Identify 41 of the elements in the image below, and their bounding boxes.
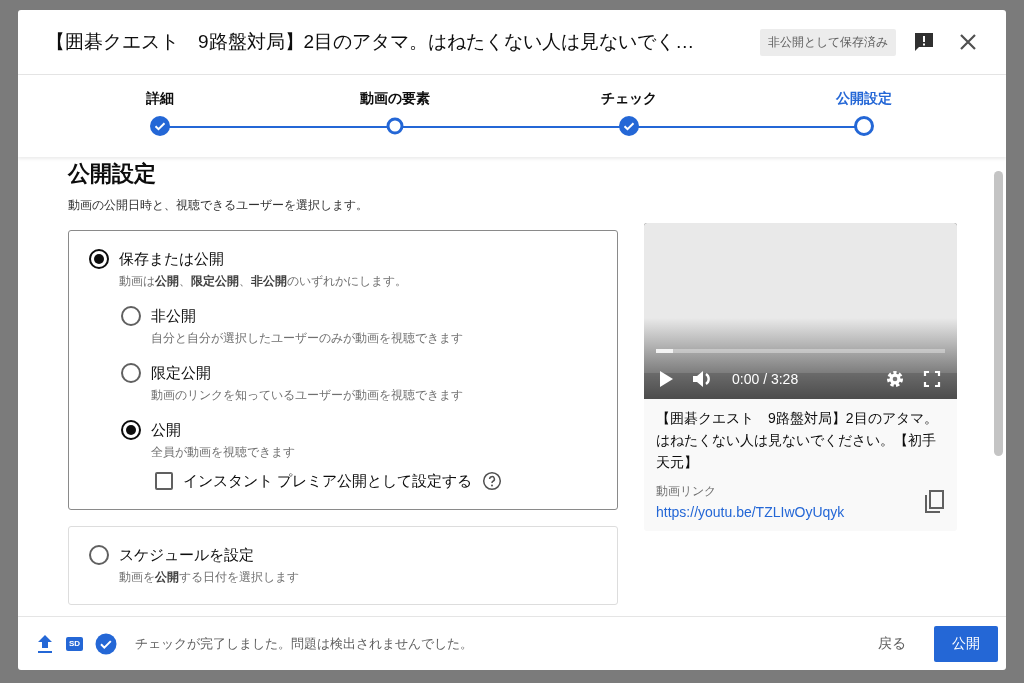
scrollbar[interactable] <box>994 171 1003 456</box>
video-title: 【囲碁クエスト 9路盤対局】2目のアタマ。はねたくない人は見ないでください。【初手天元】 <box>655 409 939 472</box>
status-badge: 非公開として保存済み <box>760 28 896 56</box>
radio-button[interactable] <box>121 306 141 326</box>
radio-button[interactable] <box>89 545 109 565</box>
step-tab[interactable]: チェック <box>601 90 658 108</box>
option-label: スケジュールを設定 <box>119 545 255 565</box>
quality-badge[interactable]: SD <box>66 636 84 651</box>
step-tab[interactable]: 動画の要素 <box>359 90 430 108</box>
checkbox-label: インスタント プレミア公開として設定する <box>183 471 473 491</box>
option-label: 公開 <box>151 420 182 440</box>
play-icon[interactable] <box>658 370 674 388</box>
option-description: 動画のリンクを知っているユーザーが動画を視聴できます <box>151 387 463 404</box>
option-description: 全員が動画を視聴できます <box>151 444 295 461</box>
radio-button[interactable] <box>89 249 109 269</box>
dialog-title: 【囲碁クエスト 9路盤対局】2目のアタマ。はねたくない人は見ないでく… <box>46 30 696 54</box>
radio-button[interactable] <box>121 363 141 383</box>
radio-button[interactable] <box>121 420 141 440</box>
publish-button[interactable]: 公開 <box>934 625 998 662</box>
back-button[interactable]: 戻る <box>862 624 922 663</box>
option-label: 非公開 <box>151 306 197 326</box>
step-tab[interactable]: 詳細 <box>146 90 175 108</box>
section-description: 動画の公開日時と、視聴できるユーザーを選択します。 <box>68 197 369 214</box>
link-label: 動画リンク <box>656 483 717 500</box>
option-description: 動画を公開する日付を選択します <box>119 569 299 586</box>
checkbox[interactable] <box>155 472 173 490</box>
copy-icon[interactable] <box>923 490 945 514</box>
option-description: 動画は公開、限定公開、非公開のいずれかにします。 <box>119 273 407 290</box>
video-link[interactable]: https://youtu.be/TZLIwOyUqyk <box>656 504 845 520</box>
option-label: 保存または公開 <box>119 249 225 269</box>
option-description: 自分と自分が選択したユーザーのみが動画を視聴できます <box>151 330 463 347</box>
status-message: チェックが完了しました。問題は検出されませんでした。 <box>135 634 475 653</box>
check-icon[interactable] <box>95 632 118 655</box>
help-icon[interactable] <box>482 471 503 491</box>
section-heading: 公開設定 <box>68 160 157 188</box>
video-time: 0:00 / 3:28 <box>732 371 800 387</box>
upload-icon[interactable] <box>36 633 54 654</box>
settings-icon[interactable] <box>885 369 905 389</box>
step-tab[interactable]: 公開設定 <box>835 90 892 108</box>
option-label: 限定公開 <box>151 363 212 383</box>
fullscreen-icon[interactable] <box>923 370 941 388</box>
